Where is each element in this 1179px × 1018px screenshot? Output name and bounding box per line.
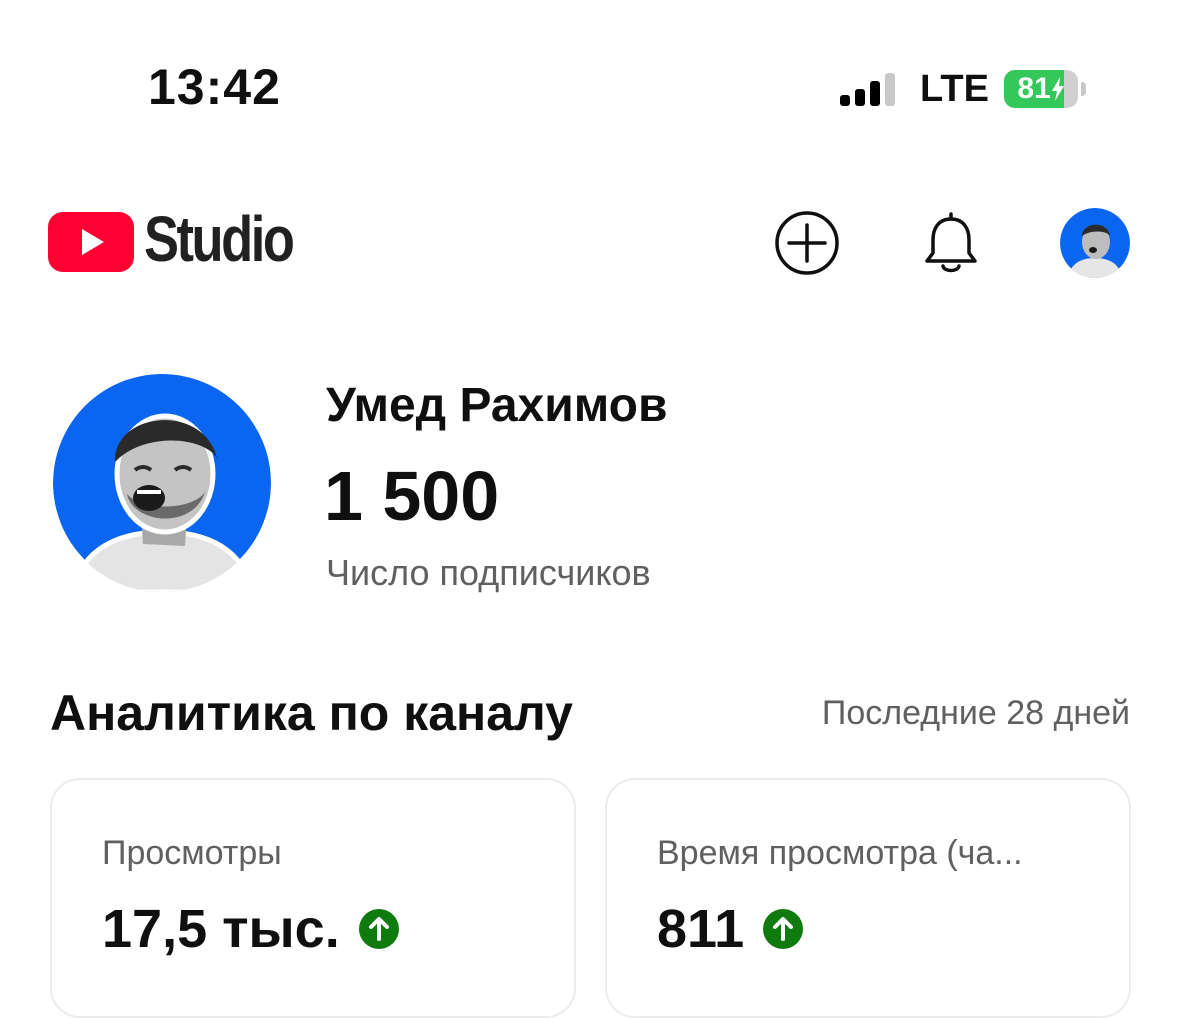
arrow-up-circle-icon	[358, 909, 399, 949]
network-type: LTE	[920, 68, 989, 110]
battery-icon: 81	[1004, 70, 1078, 108]
battery-percent: 81	[1017, 72, 1051, 105]
app-header: Studio	[0, 190, 1179, 300]
card-value: 811	[657, 899, 745, 959]
analytics-period[interactable]: Последние 28 дней	[822, 694, 1130, 733]
cellular-signal-icon	[840, 72, 900, 106]
views-card[interactable]: Просмотры 17,5 тыс.	[50, 778, 576, 1018]
arrow-up-circle-icon	[763, 909, 804, 949]
battery-nub	[1081, 82, 1086, 96]
account-avatar[interactable]	[1060, 208, 1130, 278]
watch-time-card[interactable]: Время просмотра (ча... 811	[605, 778, 1131, 1018]
status-bar: 13:42 LTE 81	[0, 0, 1179, 170]
bell-icon[interactable]	[922, 210, 980, 276]
status-time: 13:42	[148, 59, 281, 115]
youtube-play-icon[interactable]	[48, 212, 134, 272]
card-label: Просмотры	[102, 834, 282, 872]
analytics-title: Аналитика по каналу	[50, 685, 573, 741]
charging-bolt-icon	[1051, 77, 1064, 101]
brand-wordmark[interactable]: Studio	[144, 202, 295, 276]
channel-name: Умед Рахимов	[326, 379, 668, 432]
subscriber-label: Число подписчиков	[326, 552, 651, 593]
card-label: Время просмотра (ча...	[657, 834, 1023, 872]
card-value: 17,5 тыс.	[102, 899, 340, 959]
subscriber-count: 1 500	[324, 457, 500, 535]
channel-avatar[interactable]	[53, 374, 271, 592]
create-plus-icon[interactable]	[774, 210, 840, 276]
